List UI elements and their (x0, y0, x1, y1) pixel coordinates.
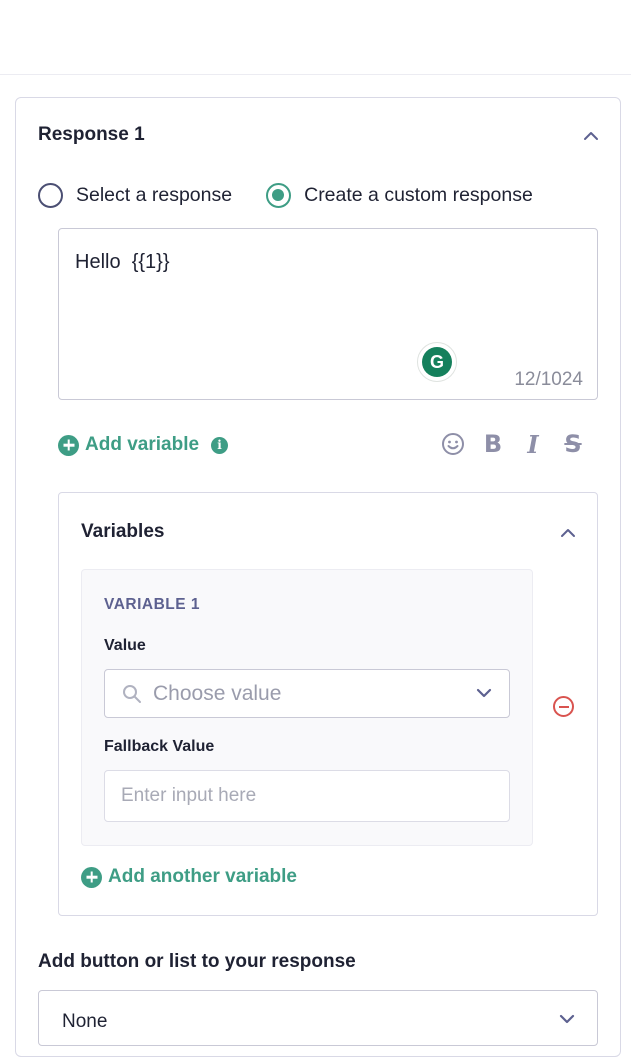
add-variable-button[interactable]: Add variable i (58, 434, 229, 456)
button-or-list-select[interactable]: None (38, 990, 598, 1046)
collapse-variables-chevron-up-icon[interactable] (557, 522, 579, 544)
plus-circle-icon (81, 866, 102, 888)
button-list-title: Add button or list to your response (38, 951, 356, 972)
remove-variable-icon[interactable] (553, 696, 574, 717)
plus-circle-icon (58, 434, 79, 456)
strikethrough-button[interactable]: S (560, 430, 586, 458)
top-bar (0, 0, 631, 75)
radio-select-response[interactable] (38, 183, 63, 208)
search-icon (123, 685, 141, 703)
info-icon[interactable]: i (211, 436, 229, 454)
add-another-variable-button[interactable]: Add another variable (81, 866, 297, 888)
formatting-toolbar: B I S (440, 430, 586, 459)
smiley-icon (442, 433, 464, 455)
italic-button[interactable]: I (520, 430, 546, 459)
grammarly-icon[interactable]: G (417, 342, 457, 382)
chevron-down-icon (559, 1014, 575, 1024)
radio-create-custom-response[interactable] (266, 183, 292, 208)
fallback-value-input[interactable] (104, 770, 510, 822)
button-or-list-selected-value: None (62, 1011, 108, 1032)
custom-response-textarea[interactable]: Hello {{1}} G 12/1024 (58, 228, 598, 400)
radio-create-custom-response-label[interactable]: Create a custom response (304, 184, 533, 207)
choose-value-select[interactable]: Choose value (104, 669, 510, 718)
choose-value-placeholder: Choose value (153, 682, 282, 705)
bold-button[interactable]: B (480, 430, 506, 458)
collapse-response-chevron-up-icon[interactable] (580, 125, 602, 147)
variable-1-label: VARIABLE 1 (104, 596, 201, 613)
response-type-radio-group: Select a response Create a custom respon… (38, 183, 533, 208)
response-title: Response 1 (38, 124, 145, 145)
character-counter: 12/1024 (514, 369, 583, 390)
variables-title: Variables (81, 521, 165, 542)
add-variable-label: Add variable (85, 434, 200, 455)
emoji-button[interactable] (440, 430, 466, 458)
response-message-text: Hello {{1}} (75, 251, 170, 273)
value-label: Value (104, 637, 146, 654)
chevron-down-icon (476, 688, 492, 698)
add-another-variable-label: Add another variable (108, 866, 297, 887)
grammarly-letter: G (422, 347, 452, 377)
radio-select-response-label[interactable]: Select a response (76, 184, 232, 207)
fallback-value-label: Fallback Value (104, 738, 215, 755)
